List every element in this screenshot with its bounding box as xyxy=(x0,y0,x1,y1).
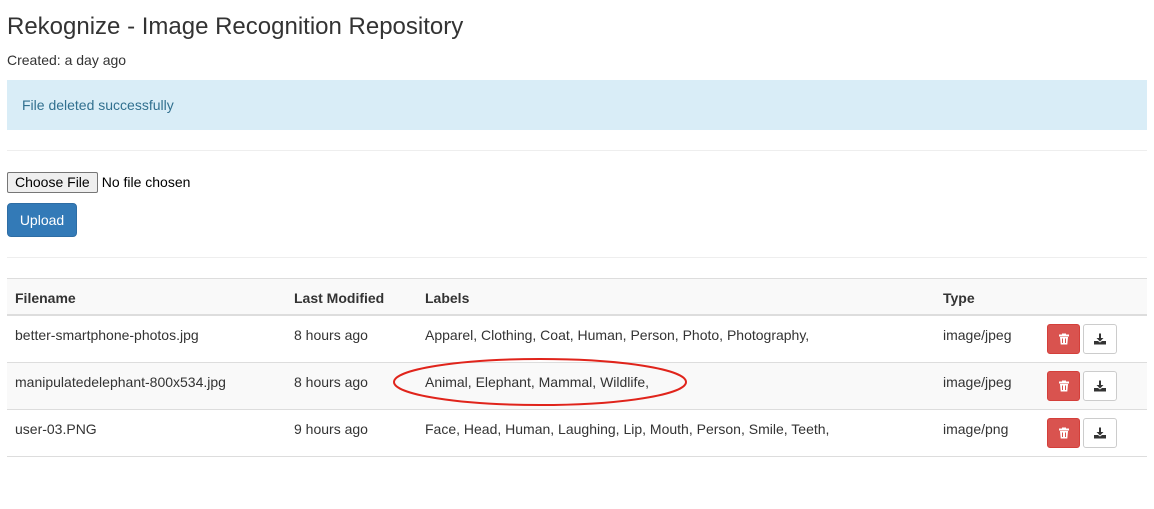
row-filename: manipulatedelephant-800x534.jpg xyxy=(15,374,226,390)
row-last-modified: 9 hours ago xyxy=(294,421,368,437)
row-last-modified: 8 hours ago xyxy=(294,327,368,343)
download-icon xyxy=(1094,333,1106,345)
download-icon xyxy=(1094,380,1106,392)
header-type: Type xyxy=(943,290,975,306)
row-labels: Animal, Elephant, Mammal, Wildlife, xyxy=(425,374,650,390)
row-filename: better-smartphone-photos.jpg xyxy=(15,327,199,343)
divider xyxy=(7,257,1147,258)
delete-button[interactable] xyxy=(1047,371,1080,401)
row-type: image/jpeg xyxy=(943,327,1012,343)
table-row: manipulatedelephant-800x534.jpg 8 hours … xyxy=(7,363,1147,410)
header-filename: Filename xyxy=(15,290,76,306)
table-header: Filename Last Modified Labels Type xyxy=(7,278,1147,316)
row-labels: Apparel, Clothing, Coat, Human, Person, … xyxy=(425,327,810,343)
trash-icon xyxy=(1058,380,1069,392)
row-last-modified: 8 hours ago xyxy=(294,374,368,390)
table-row: better-smartphone-photos.jpg 8 hours ago… xyxy=(7,316,1147,363)
download-button[interactable] xyxy=(1083,324,1117,354)
file-input[interactable]: Choose File No file chosen xyxy=(7,171,190,193)
delete-button[interactable] xyxy=(1047,324,1080,354)
row-type: image/jpeg xyxy=(943,374,1012,390)
header-labels: Labels xyxy=(425,290,470,306)
delete-button[interactable] xyxy=(1047,418,1080,448)
trash-icon xyxy=(1058,333,1069,345)
created-timestamp: Created: a day ago xyxy=(7,52,127,68)
row-labels: Face, Head, Human, Laughing, Lip, Mouth,… xyxy=(425,421,830,437)
trash-icon xyxy=(1058,427,1069,439)
download-button[interactable] xyxy=(1083,371,1117,401)
page-title: Rekognize - Image Recognition Repository xyxy=(7,13,464,40)
download-button[interactable] xyxy=(1083,418,1117,448)
upload-button[interactable]: Upload xyxy=(7,203,77,237)
divider xyxy=(7,150,1147,151)
row-type: image/png xyxy=(943,421,1009,437)
files-table: Filename Last Modified Labels Type bette… xyxy=(7,278,1147,457)
choose-file-button[interactable]: Choose File xyxy=(7,171,98,193)
header-last-modified: Last Modified xyxy=(294,290,385,306)
success-alert: File deleted successfully xyxy=(7,80,1147,130)
table-row: user-03.PNG 9 hours ago Face, Head, Huma… xyxy=(7,410,1147,457)
no-file-chosen-text: No file chosen xyxy=(101,174,191,190)
download-icon xyxy=(1094,427,1106,439)
row-filename: user-03.PNG xyxy=(15,421,97,437)
